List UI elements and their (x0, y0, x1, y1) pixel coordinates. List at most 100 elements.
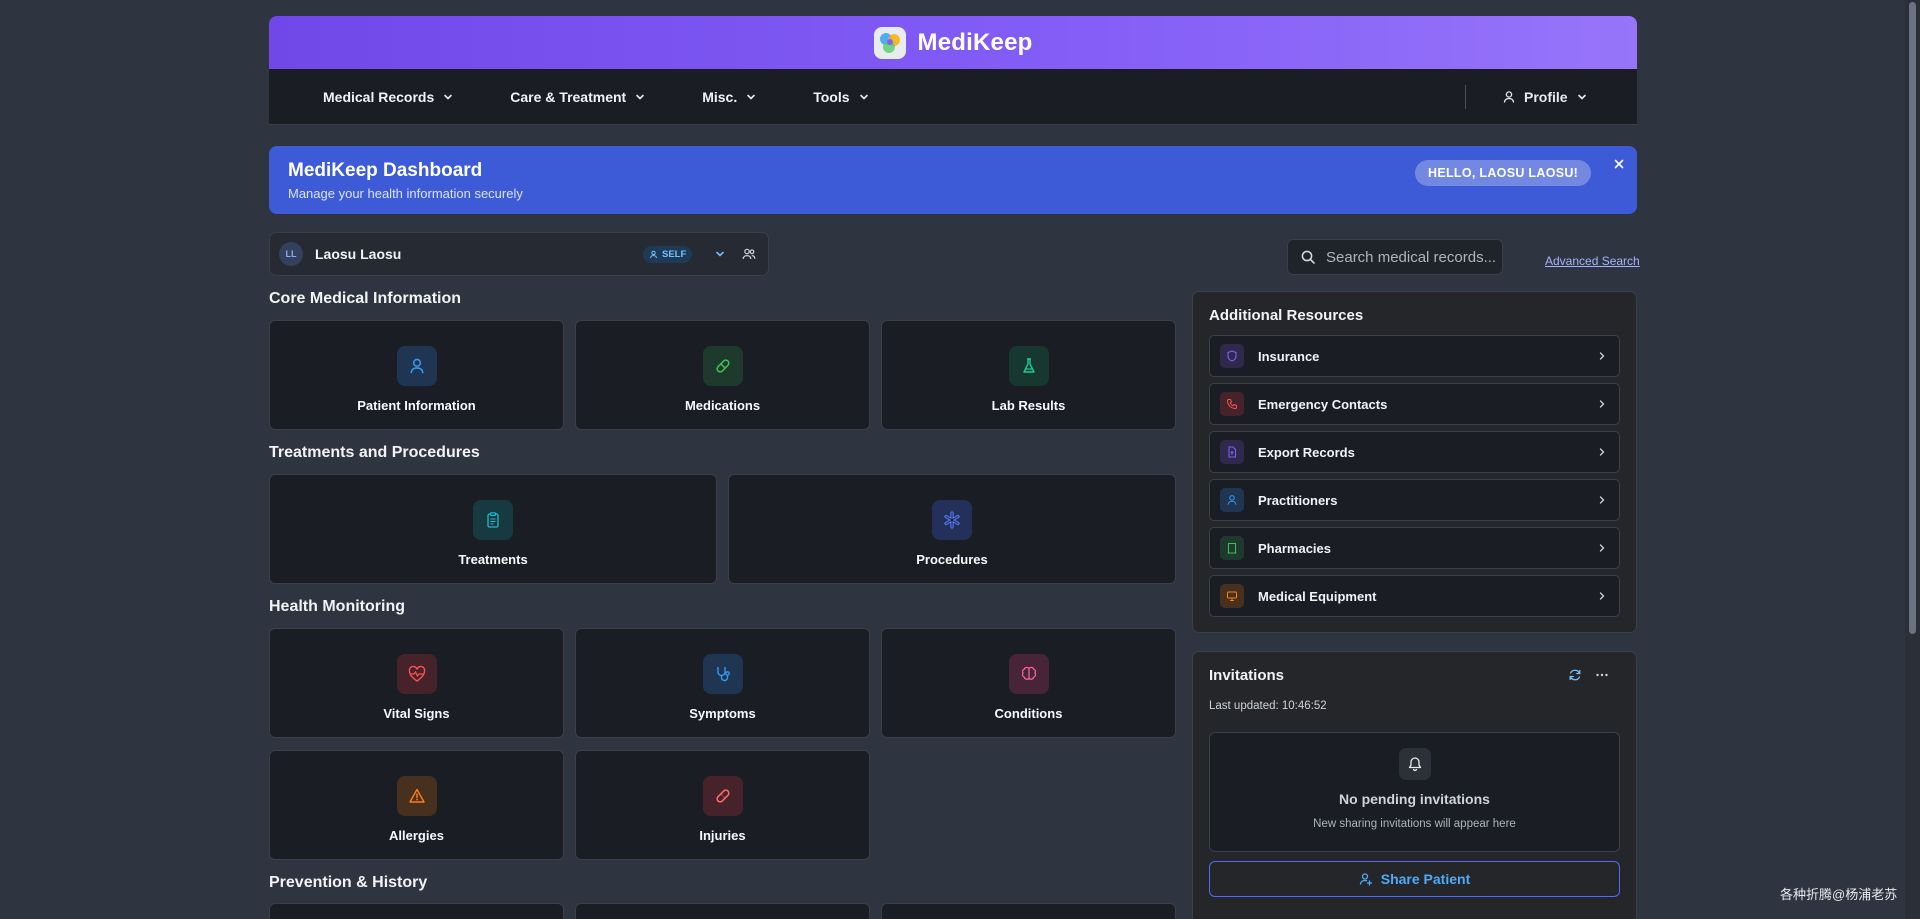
panel-title: Invitations (1209, 667, 1285, 684)
empty-title: No pending invitations (1339, 791, 1490, 807)
chevron-right-icon (1599, 352, 1605, 360)
card-allergies[interactable]: Allergies (269, 750, 564, 860)
card-lab-results[interactable]: Lab Results (881, 320, 1176, 430)
heart-pulse-icon (396, 653, 437, 694)
panel-title: Additional Resources (1209, 307, 1364, 324)
resource-practitioners[interactable]: Practitioners (1209, 479, 1620, 521)
app-logo-icon (873, 26, 906, 59)
resource-pharmacies[interactable]: Pharmacies (1209, 527, 1620, 569)
greeting-badge: HELLO, LAOSU LAOSU! (1415, 160, 1592, 186)
card-label: Treatments (458, 551, 528, 567)
nav-medical-records[interactable]: Medical Records (323, 89, 454, 105)
user-share-icon (1359, 873, 1372, 886)
phone-icon (1220, 392, 1244, 416)
card-label: Patient Information (357, 397, 476, 413)
chevron-down-icon[interactable] (714, 248, 726, 260)
chevron-down-icon (444, 94, 453, 100)
section-title: Treatments and Procedures (269, 444, 480, 461)
advanced-search-link[interactable]: Advanced Search (1545, 254, 1640, 268)
resource-label: Insurance (1258, 348, 1320, 364)
search-box (1287, 239, 1503, 275)
card-conditions[interactable]: Conditions (881, 628, 1176, 738)
section-title: Health Monitoring (269, 598, 405, 615)
patient-name: Laosu Laosu (315, 246, 402, 262)
card-procedures[interactable]: Procedures (728, 474, 1176, 584)
invitations-panel: Invitations Last updated: 10:46:52 No pe… (1192, 651, 1637, 919)
bell-icon (1398, 748, 1431, 780)
chevron-right-icon (1599, 448, 1605, 456)
nav-care-treatment[interactable]: Care & Treatment (510, 89, 646, 105)
user-icon (1220, 488, 1244, 512)
clipboard-icon (473, 499, 513, 540)
brain-icon (1008, 653, 1049, 694)
badge-label: SELF (662, 249, 687, 260)
card-label: Procedures (916, 551, 988, 567)
watermark: 各种折腾@杨浦老苏 (1780, 887, 1898, 902)
empty-subtitle: New sharing invitations will appear here (1313, 818, 1516, 830)
card-label: Allergies (389, 827, 444, 843)
resource-insurance[interactable]: Insurance (1209, 335, 1620, 377)
card-medications[interactable]: Medications (575, 320, 870, 430)
card-prevention-1[interactable] (269, 903, 564, 919)
nav-misc[interactable]: Misc. (702, 89, 757, 105)
resource-label: Practitioners (1258, 492, 1338, 508)
profile-menu[interactable]: Profile (1502, 69, 1588, 125)
scrollbar[interactable] (1905, 0, 1920, 919)
nav-tools[interactable]: Tools (813, 89, 869, 105)
file-export-icon (1220, 440, 1244, 464)
card-treatments[interactable]: Treatments (269, 474, 717, 584)
card-label: Conditions (994, 705, 1063, 721)
chevron-down-icon (1577, 94, 1586, 100)
card-prevention-3[interactable] (881, 903, 1176, 919)
card-label: Injuries (699, 827, 746, 843)
nav-label: Care & Treatment (510, 88, 627, 105)
card-prevention-2[interactable] (575, 903, 870, 919)
search-input[interactable] (1326, 248, 1496, 266)
card-injuries[interactable]: Injuries (575, 750, 870, 860)
bandage-icon (702, 775, 743, 816)
resource-label: Emergency Contacts (1258, 396, 1388, 412)
resource-medical-equipment[interactable]: Medical Equipment (1209, 575, 1620, 617)
chevron-down-icon (636, 94, 645, 100)
chevron-right-icon (1599, 400, 1605, 408)
refresh-icon[interactable] (1568, 668, 1582, 682)
resource-export-records[interactable]: Export Records (1209, 431, 1620, 473)
pill-icon (702, 345, 743, 386)
users-icon[interactable] (742, 247, 756, 261)
scrollbar-thumb[interactable] (1909, 2, 1916, 634)
resource-label: Medical Equipment (1258, 588, 1377, 604)
chevron-right-icon (1599, 544, 1605, 552)
page: MediKeep Medical Records Care & Treatmen… (269, 16, 1640, 919)
nav-divider (1465, 85, 1466, 109)
share-label: Share Patient (1380, 871, 1471, 887)
card-symptoms[interactable]: Symptoms (575, 628, 870, 738)
resource-label: Export Records (1258, 444, 1355, 460)
main-nav: Medical Records Care & Treatment Misc. T… (269, 69, 1637, 125)
close-icon[interactable] (1611, 156, 1627, 172)
building-icon (1220, 536, 1244, 560)
resource-label: Pharmacies (1258, 540, 1331, 556)
patient-selector[interactable]: LL Laosu Laosu SELF (269, 232, 769, 276)
section-title: Prevention & History (269, 874, 428, 891)
resources-panel: Additional Resources Insurance Emergency… (1192, 291, 1637, 633)
more-icon[interactable] (1595, 668, 1609, 682)
resource-emergency-contacts[interactable]: Emergency Contacts (1209, 383, 1620, 425)
invitations-empty-state: No pending invitations New sharing invit… (1209, 732, 1620, 852)
user-icon (396, 345, 437, 386)
last-updated: Last updated: 10:46:52 (1209, 700, 1327, 712)
card-label: Vital Signs (383, 705, 450, 721)
page-subtitle: Manage your health information securely (288, 186, 523, 201)
share-patient-button[interactable]: Share Patient (1209, 861, 1620, 897)
avatar: LL (279, 242, 303, 266)
alert-triangle-icon (396, 775, 437, 816)
brand-bar: MediKeep (269, 16, 1637, 69)
chevron-down-icon (859, 94, 868, 100)
card-label: Medications (684, 397, 761, 413)
card-vital-signs[interactable]: Vital Signs (269, 628, 564, 738)
search-icon (1301, 250, 1315, 264)
app-title: MediKeep (917, 28, 1033, 56)
profile-label: Profile (1524, 89, 1568, 105)
stethoscope-icon (702, 653, 743, 694)
card-patient-information[interactable]: Patient Information (269, 320, 564, 430)
nav-label: Medical Records (323, 88, 435, 105)
